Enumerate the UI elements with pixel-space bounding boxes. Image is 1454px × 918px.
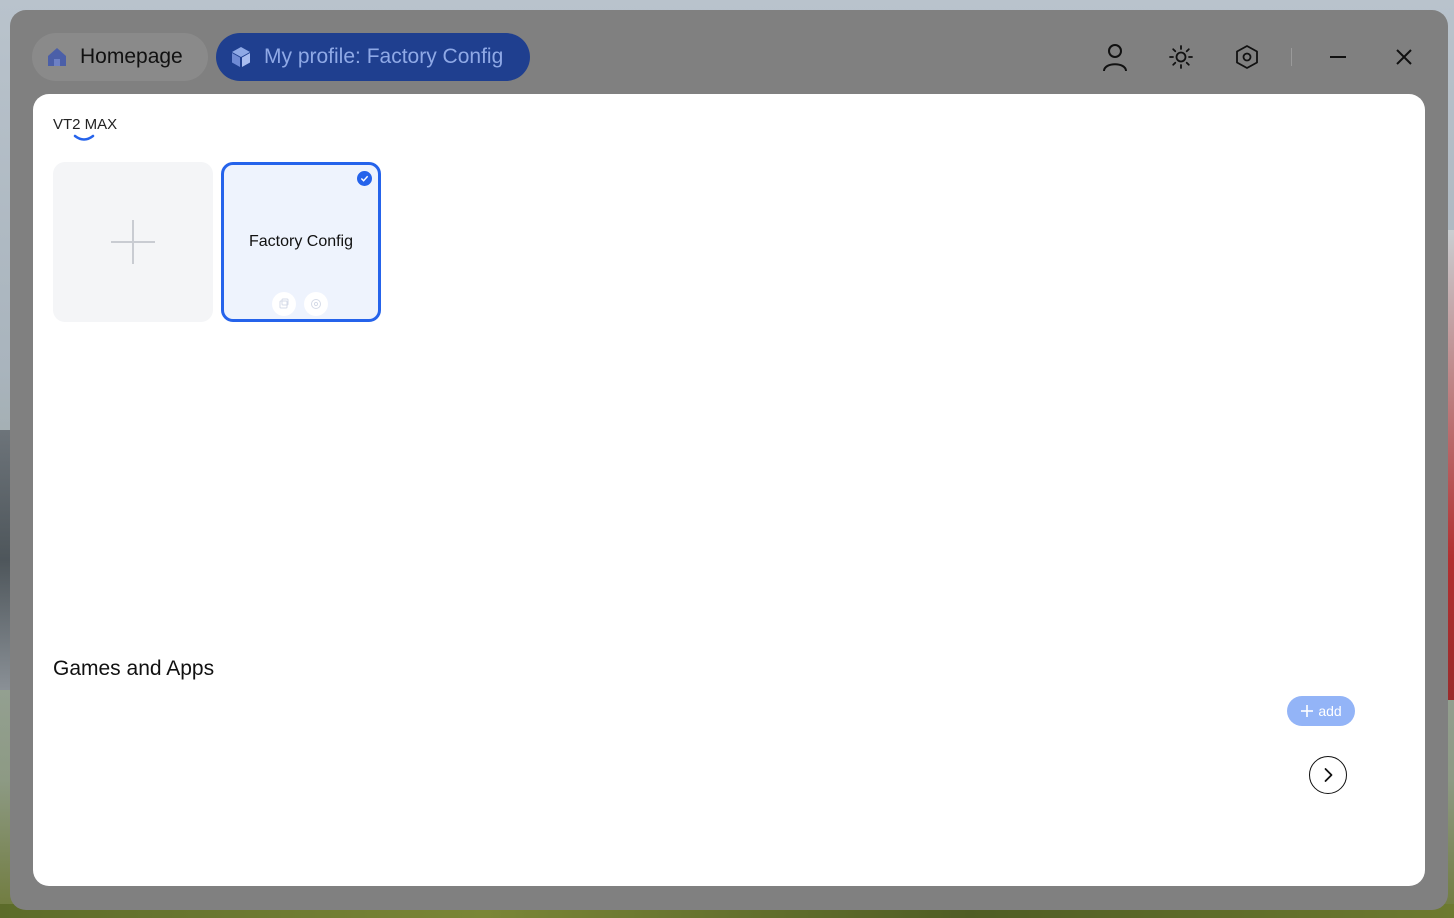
minimize-icon[interactable]	[1320, 39, 1356, 75]
profile-card-name: Factory Config	[248, 233, 354, 250]
cube-icon	[228, 44, 254, 70]
tab-homepage-label: Homepage	[80, 45, 183, 68]
device-tab-vt2-max[interactable]: VT2 MAX	[53, 116, 117, 133]
next-page-button[interactable]	[1309, 756, 1347, 794]
profile-settings-icon[interactable]	[304, 292, 328, 316]
user-icon[interactable]	[1097, 39, 1133, 75]
toolbar-divider	[1291, 48, 1292, 66]
desktop-background-left	[0, 430, 10, 690]
profile-copy-icon[interactable]	[272, 292, 296, 316]
home-icon	[44, 44, 70, 70]
plus-icon	[1301, 705, 1314, 717]
selected-check-icon	[357, 171, 372, 186]
profile-card-factory-config[interactable]: Factory Config	[221, 162, 381, 322]
chevron-right-icon	[1324, 768, 1333, 782]
app-window: Homepage My profile: Factory Config VT2 …	[10, 10, 1448, 910]
device-tab-active-indicator	[73, 134, 95, 141]
brightness-icon[interactable]	[1163, 39, 1199, 75]
close-icon[interactable]	[1386, 39, 1422, 75]
tab-homepage[interactable]: Homepage	[32, 33, 208, 81]
add-game-button-label: add	[1318, 703, 1342, 719]
main-content-panel: VT2 MAX Factory Config Games and Apps ad…	[33, 94, 1425, 886]
add-game-button[interactable]: add	[1287, 696, 1355, 726]
add-profile-card[interactable]	[53, 162, 213, 322]
tab-my-profile-label: My profile: Factory Config	[264, 45, 504, 68]
tab-my-profile[interactable]: My profile: Factory Config	[216, 33, 530, 81]
settings-hex-icon[interactable]	[1229, 39, 1265, 75]
games-and-apps-title: Games and Apps	[53, 657, 215, 680]
